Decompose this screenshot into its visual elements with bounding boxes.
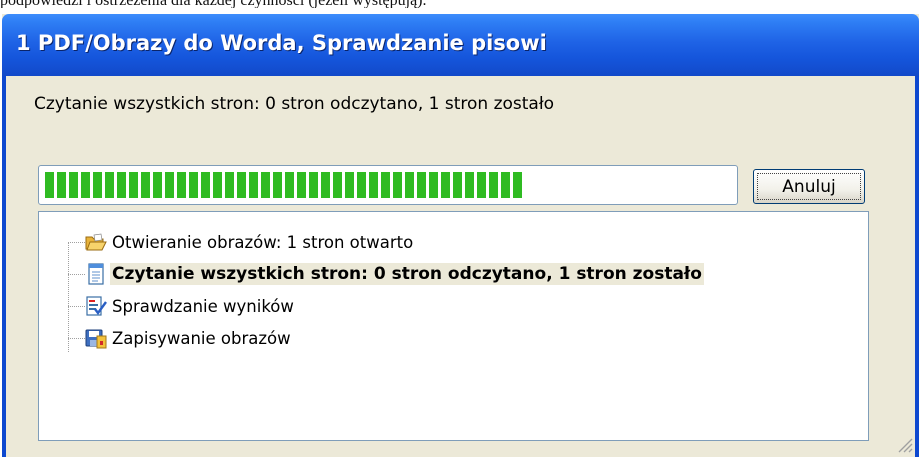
page-caption: podpowiedzi i ostrzeżenia dla każdej czy… <box>0 0 921 8</box>
document-icon <box>88 263 104 285</box>
cancel-button[interactable]: Anuluj <box>753 169 865 204</box>
step-label: Czytanie wszystkich stron: 0 stron odczy… <box>110 263 704 285</box>
tree-branch <box>68 337 85 339</box>
tree-branch <box>68 305 85 307</box>
progress-dialog: 1 PDF/Obrazy do Worda, Sprawdzanie pisow… <box>2 14 919 457</box>
cancel-button-label: Anuluj <box>782 176 836 197</box>
step-item-opening: Otwieranie obrazów: 1 stron otwarto <box>68 228 415 256</box>
step-item-reading: Czytanie wszystkich stron: 0 stron odczy… <box>68 260 704 288</box>
resize-grip-icon[interactable] <box>895 435 913 453</box>
step-item-saving: Zapisywanie obrazów <box>68 324 293 352</box>
tree-branch <box>68 241 85 243</box>
save-icon <box>85 329 107 349</box>
tree-branch <box>68 273 85 275</box>
folder-open-icon <box>85 233 107 251</box>
step-item-checking: Sprawdzanie wyników <box>68 292 296 320</box>
progress-fill <box>45 172 525 198</box>
step-label: Sprawdzanie wyników <box>112 296 294 316</box>
spellcheck-icon <box>86 296 107 316</box>
window-frame-right <box>915 76 919 457</box>
title-bar[interactable]: 1 PDF/Obrazy do Worda, Sprawdzanie pisow… <box>2 14 919 76</box>
window-title: 1 PDF/Obrazy do Worda, Sprawdzanie pisow… <box>16 31 547 55</box>
step-label: Otwieranie obrazów: 1 stron otwarto <box>112 232 414 252</box>
steps-list: Otwieranie obrazów: 1 stron otwarto Czyt… <box>38 211 869 441</box>
status-text: Czytanie wszystkich stron: 0 stron odczy… <box>34 94 555 114</box>
progress-bar <box>38 165 738 205</box>
window-frame-left <box>2 76 6 457</box>
step-label: Zapisywanie obrazów <box>112 328 291 348</box>
